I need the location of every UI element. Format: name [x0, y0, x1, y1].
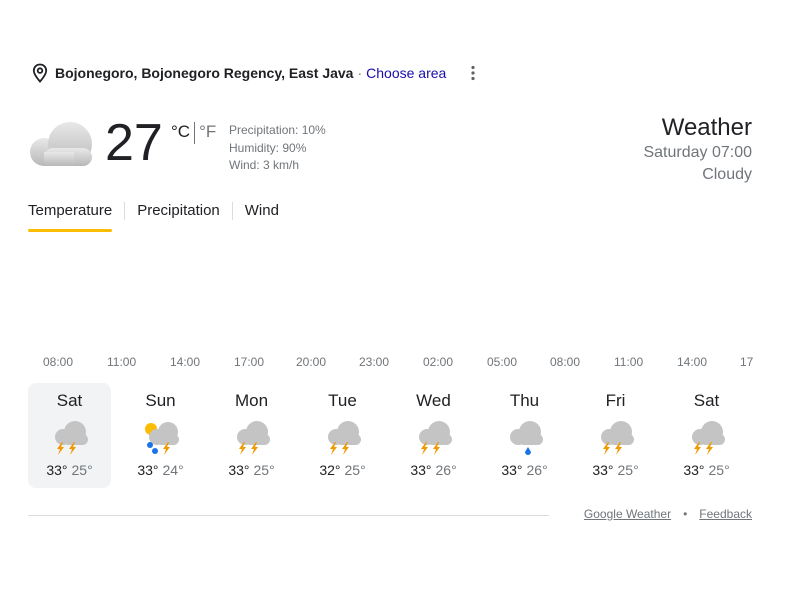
footer-dot: • [683, 507, 688, 521]
thunderstorm-icon [418, 421, 452, 455]
tab-precipitation[interactable]: Precipitation [137, 200, 220, 232]
weather-tabs: Temperature Precipitation Wind [28, 200, 279, 232]
thunderstorm-icon [54, 421, 88, 455]
low-temp: 26° [526, 462, 548, 478]
hour-axis: 08:00 11:00 14:00 17:00 20:00 23:00 02:0… [0, 355, 760, 373]
footer: Google Weather • Feedback [584, 507, 752, 521]
location-pin-icon [32, 63, 48, 83]
day-sun[interactable]: Sun 33° 24° [119, 383, 202, 488]
humidity-text: Humidity: 90% [229, 140, 307, 155]
high-temp: 33° [137, 462, 159, 478]
unit-switch: °C °F [171, 122, 216, 144]
high-temp: 33° [410, 462, 432, 478]
weather-details: Precipitation: 10% Humidity: 90% Wind: 3… [229, 122, 326, 175]
tab-divider [231, 202, 233, 220]
high-temp: 32° [319, 462, 341, 478]
hour-label: 08:00 [43, 355, 74, 369]
sun-thunder-rain-icon [144, 422, 179, 455]
current-datetime: Saturday 07:00 [643, 144, 752, 161]
current-condition: Cloudy [702, 166, 752, 183]
high-temp: 33° [46, 462, 68, 478]
high-temp: 33° [501, 462, 523, 478]
daily-forecast: Sat 33°25° Sun 33°24° Mon 33°25° Tue [28, 383, 756, 488]
day-name: Thu [509, 391, 540, 410]
location-bar: Bojonegoro, Bojonegoro Regency, East Jav… [32, 62, 476, 84]
weather-header: Weather Saturday 07:00 Cloudy [643, 114, 752, 186]
low-temp: 25° [617, 462, 639, 478]
rain-cloud-icon [509, 421, 543, 455]
day-name: Tue [328, 391, 357, 410]
cloud-icon [30, 122, 92, 166]
hour-label: 11:00 [107, 355, 137, 369]
day-sat-next[interactable]: Sat 33° 25° [665, 383, 748, 488]
unit-divider [194, 122, 196, 144]
high-temp: 33° [592, 462, 614, 478]
hour-label: 02:00 [423, 355, 454, 369]
tab-divider [124, 202, 126, 220]
day-name: Fri [605, 391, 626, 410]
choose-area-link[interactable]: Choose area [366, 65, 446, 81]
wind-text: Wind: 3 km/h [229, 158, 300, 172]
hour-label: 20:00 [296, 355, 327, 369]
day-name: Mon [234, 391, 269, 410]
location-name: Bojonegoro, Bojonegoro Regency, East Jav… [55, 65, 354, 81]
tab-wind[interactable]: Wind [245, 200, 279, 232]
low-temp: 25° [71, 462, 93, 478]
celsius-toggle[interactable]: °C [171, 122, 190, 144]
current-temperature: 27 [105, 114, 163, 172]
day-fri[interactable]: Fri 33° 25° [574, 383, 657, 488]
thunderstorm-icon [327, 421, 361, 455]
google-weather-link[interactable]: Google Weather [584, 507, 671, 521]
hour-label: 17:00 [234, 355, 265, 369]
hour-label: 11:00 [614, 355, 644, 369]
low-temp: 26° [435, 462, 457, 478]
thunderstorm-icon [236, 421, 270, 455]
day-name: Sat [693, 391, 720, 410]
feedback-link[interactable]: Feedback [699, 507, 752, 521]
day-name: Wed [416, 391, 451, 410]
day-mon[interactable]: Mon 33° 25° [210, 383, 293, 488]
low-temp: 25° [344, 462, 366, 478]
day-sat[interactable]: Sat 33° 25° [28, 383, 111, 488]
day-name: Sat [56, 391, 83, 410]
day-wed[interactable]: Wed 33° 26° [392, 383, 475, 488]
more-options-icon[interactable] [470, 65, 476, 81]
thunderstorm-icon [600, 421, 634, 455]
low-temp: 24° [162, 462, 184, 478]
low-temp: 25° [708, 462, 730, 478]
hour-label: 14:00 [170, 355, 201, 369]
hour-label: 17 [740, 355, 754, 369]
footer-divider [28, 515, 549, 516]
precipitation-text: Precipitation: 10% [229, 123, 326, 137]
hour-label: 05:00 [487, 355, 518, 369]
day-name: Sun [145, 391, 176, 410]
location-separator: · [357, 65, 363, 81]
low-temp: 25° [253, 462, 275, 478]
thunderstorm-icon [691, 421, 725, 455]
day-tue[interactable]: Tue 32° 25° [301, 383, 384, 488]
day-thu[interactable]: Thu 33° 26° [483, 383, 566, 488]
tab-temperature[interactable]: Temperature [28, 200, 113, 232]
high-temp: 33° [683, 462, 705, 478]
hour-label: 23:00 [359, 355, 390, 369]
hour-label: 08:00 [550, 355, 581, 369]
high-temp: 33° [228, 462, 250, 478]
hour-label: 14:00 [677, 355, 708, 369]
fahrenheit-toggle[interactable]: °F [199, 122, 216, 144]
weather-title: Weather [661, 114, 752, 141]
